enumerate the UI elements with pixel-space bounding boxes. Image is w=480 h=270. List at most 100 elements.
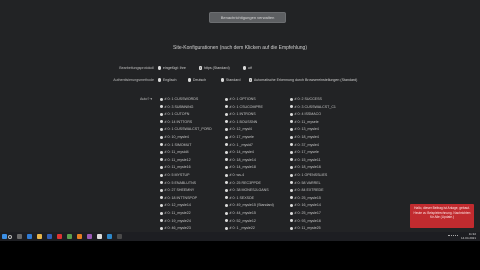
module-option-label: # 0: 1 _mysid7 [229, 142, 253, 147]
module-option-label: # 0: 11_mysle12 [164, 157, 191, 162]
auth-option-4[interactable]: Automatische Erkennung durch Browsereins… [249, 76, 357, 84]
app-icon-red[interactable] [57, 234, 62, 239]
app-icon-orange[interactable] [77, 234, 82, 239]
module-option-label: # 0: 18_mysle4 [294, 135, 319, 139]
module-option[interactable]: # 0: 10_mysle4 [160, 134, 189, 140]
module-option[interactable]: # 0: 37_mysle4 [290, 142, 319, 148]
module-option[interactable]: # 0: 15_mysle11 [290, 157, 321, 163]
protocol-option-2[interactable]: https (Standard) [199, 64, 230, 72]
module-option[interactable]: # 0: 1 SIMOMUT [160, 142, 191, 148]
notifications-tab-button[interactable]: Benachrichtigungen verwalten [209, 12, 286, 23]
module-option[interactable]: # 0: 44_mysle15 [225, 210, 256, 216]
module-option[interactable]: # 0: 18 INTTNSPOP [160, 195, 197, 201]
module-option[interactable]: # 0: 1 SEXSDE [225, 195, 254, 201]
module-option[interactable]: # 0: 27 SHEEMNY [160, 187, 194, 193]
module-option-label: # 0: 1 SIMOMUT [164, 142, 192, 147]
module-option-label: # 0: 1 BOUSSNN [229, 119, 258, 124]
module-option[interactable]: # 0: 11_mysle16 [160, 164, 191, 170]
radio-icon [290, 211, 293, 215]
module-option[interactable]: # 0: 13_mysle4 [290, 126, 319, 132]
module-option[interactable]: # 0: 11_mysle12 [160, 157, 191, 163]
radio-icon [290, 135, 293, 139]
auto-dropdown[interactable]: Auto? ▾ [140, 97, 152, 101]
module-option[interactable]: # 0: 52_mysle12 [225, 218, 256, 224]
radio-selected-icon [249, 78, 253, 82]
module-option[interactable]: # 0: 4 ISSMACO [290, 111, 321, 117]
module-option[interactable]: # 0: 11_mysele [290, 119, 319, 125]
protocol-option-3[interactable]: utf [243, 64, 252, 72]
module-option[interactable]: # 0: 14_mysle4 [225, 149, 254, 155]
module-option[interactable]: # 0: 5 MYSTUP [160, 172, 189, 178]
module-option[interactable]: # 0: 14_mysle18 [225, 164, 256, 170]
module-option[interactable]: # 0: 58 VARREL [290, 180, 321, 186]
module-option[interactable]: # 0: 2 SUCCESS [290, 96, 322, 102]
module-option[interactable]: # 0: 46_mysle23 [160, 225, 191, 231]
radio-icon [290, 165, 293, 169]
app-icon-green[interactable] [67, 234, 72, 239]
module-option-label: # 0: 17_mysele [294, 150, 319, 155]
module-option[interactable]: # 0: 84 EXTREDE [290, 187, 323, 193]
module-option[interactable]: # 0: 1 CUTOFN [160, 111, 189, 117]
radio-icon [160, 226, 163, 230]
module-option[interactable]: # 0: 18_mysle14 [225, 157, 256, 163]
module-option[interactable]: # 0: 18_mysle16 [290, 164, 321, 170]
radio-icon [225, 219, 228, 223]
app-icon-white[interactable] [97, 234, 102, 239]
module-option[interactable]: # 0: 11_mysle22 [160, 210, 191, 216]
radio-icon [290, 181, 293, 185]
radio-icon [290, 97, 293, 101]
protocol-option-1[interactable]: eingefügt: Ihre [158, 64, 186, 72]
module-option[interactable]: # 0: 93_mysle16 [290, 218, 321, 224]
module-option[interactable]: # 0: 12_mysl4 [225, 126, 252, 132]
module-option[interactable]: # 0: 12_mysle14 [160, 202, 191, 208]
module-option[interactable]: # 0: 49_mysle15 (Standard) [225, 202, 274, 208]
radio-icon [160, 165, 163, 169]
module-option[interactable]: # 0: 1 INTRONS [225, 111, 256, 117]
module-option[interactable]: # 0: 1 CSUCOMPRE [225, 104, 263, 110]
radio-icon [160, 181, 163, 185]
module-option[interactable]: # 0: 3 CUSSWALCST_C1 [290, 104, 336, 110]
notification-toast[interactable]: Hallo, dieser Beitrag ist Anlage, gebaut… [410, 204, 474, 228]
file-explorer-icon[interactable] [37, 234, 42, 239]
module-option[interactable]: # 0: 1 _mysle22 [225, 225, 255, 231]
auth-option-1[interactable]: Englisch [158, 76, 176, 84]
module-option[interactable]: # 0: 1 CUSSWORDS [160, 96, 198, 102]
module-option[interactable]: # 0: 1 OPENSSLIES [290, 172, 327, 178]
auth-option-2[interactable]: Deutsch [188, 76, 206, 84]
module-option[interactable]: # 0: 3 SUBNNING [160, 104, 193, 110]
radio-icon [225, 196, 228, 200]
radio-icon [160, 203, 163, 207]
task-view-icon[interactable] [17, 234, 22, 239]
windows-start-icon[interactable] [2, 234, 7, 239]
module-option[interactable]: # 0: 1 CUSSWALCST_PORD [160, 126, 212, 132]
module-option[interactable]: # 0: 11_mysid4 [160, 149, 189, 155]
edge-browser-icon[interactable] [27, 234, 32, 239]
module-option-label: # 0: 4 ISSMACO [294, 112, 322, 117]
module-option[interactable]: # 0: 25 REC3PPDE [225, 180, 261, 186]
auth-option-3[interactable]: Standard [221, 76, 240, 84]
app-icon-blue[interactable] [107, 234, 112, 239]
app-icon-purple[interactable] [87, 234, 92, 239]
app-icon-gray[interactable] [117, 234, 122, 239]
module-option[interactable]: # 0: 1 _mysid7 [225, 142, 253, 148]
module-option[interactable]: # 0: 17_mysele [225, 134, 254, 140]
module-option[interactable]: # 0: 16_mysle14 [290, 202, 321, 208]
module-option[interactable]: # 0: 1 BOUSSNN [225, 119, 257, 125]
module-option[interactable]: # 0: 1 OPTIONS [225, 96, 256, 102]
auth-row: Authentisierungsmethode Englisch Deutsch… [0, 76, 480, 84]
module-option[interactable]: # 0: 11_mysle25 [290, 225, 321, 231]
module-option[interactable]: # 0: 25_mysle15 [290, 195, 321, 201]
module-option[interactable]: # 0: 17_mysele [290, 149, 319, 155]
mail-icon[interactable] [47, 234, 52, 239]
system-tray-icons[interactable] [448, 235, 458, 238]
module-option[interactable]: # 0: 38 MONESJLGANS [225, 187, 269, 193]
search-icon[interactable] [8, 234, 12, 239]
module-option[interactable]: # 0: 18_mysle4 [290, 134, 319, 140]
module-option[interactable]: # 0: 5 ENABLUTNS [160, 180, 196, 186]
module-option[interactable]: # 0: 19_mysle24 [160, 218, 191, 224]
taskbar-clock[interactable]: 11:32 14.04.2021 [461, 232, 476, 240]
module-option[interactable]: # 0: ws-4 [225, 172, 244, 178]
module-option[interactable]: # 0: 25_mysle17 [290, 210, 321, 216]
radio-icon [160, 196, 163, 200]
module-option[interactable]: # 0: 14 INTTORS [160, 119, 192, 125]
